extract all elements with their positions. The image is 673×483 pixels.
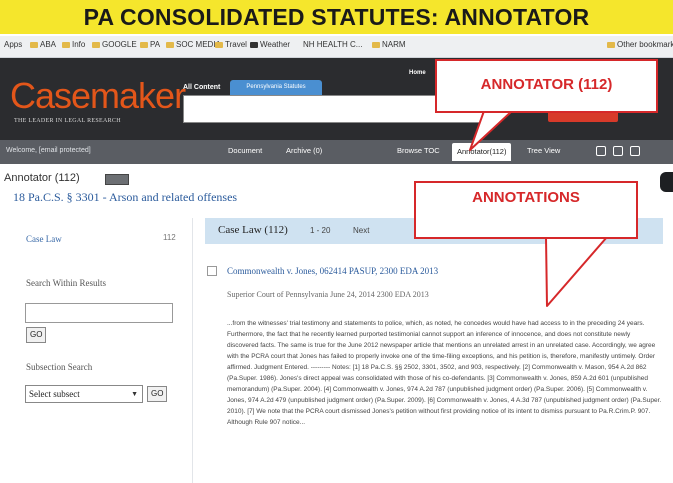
- annotations-callout-pointer: [545, 236, 608, 307]
- annotations-callout: ANNOTATIONS: [414, 181, 638, 239]
- annotations-callout-text: ANNOTATIONS: [472, 189, 580, 206]
- annotator-callout-pointer: [469, 110, 513, 151]
- annotator-callout: ANNOTATOR (112): [435, 59, 658, 113]
- annotator-callout-text: ANNOTATOR (112): [480, 76, 613, 93]
